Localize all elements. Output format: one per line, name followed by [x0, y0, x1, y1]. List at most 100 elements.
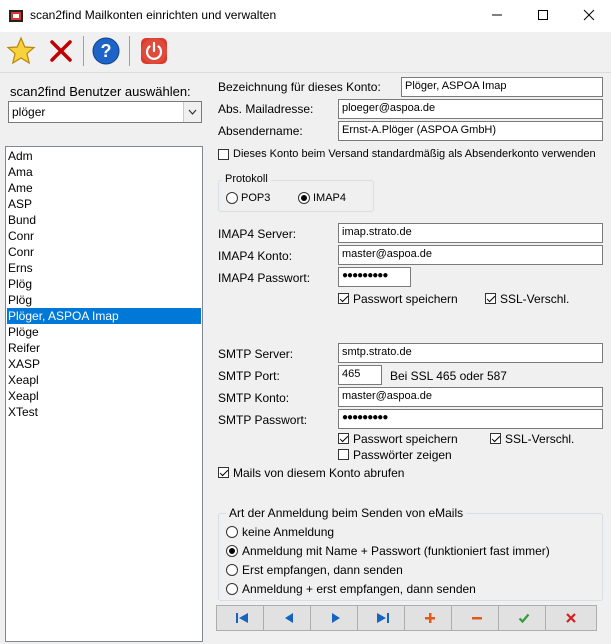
- next-record-button[interactable]: [310, 605, 362, 631]
- first-record-button[interactable]: [216, 605, 268, 631]
- smtp-server-input[interactable]: smtp.strato.de: [338, 343, 603, 363]
- pop3-radio-circle[interactable]: [226, 192, 238, 204]
- list-item[interactable]: Ame: [7, 180, 201, 196]
- imap-save-password-box[interactable]: [338, 293, 349, 304]
- list-item[interactable]: Plöge: [7, 324, 201, 340]
- auth-option-radio-circle[interactable]: [226, 545, 238, 557]
- list-item[interactable]: Xeapl: [7, 372, 201, 388]
- smtp-konto-input[interactable]: master@aspoa.de: [338, 387, 603, 407]
- minimize-icon: [492, 14, 502, 16]
- imap-ssl-checkbox[interactable]: SSL-Verschl.: [485, 292, 585, 306]
- list-item[interactable]: Xeapl: [7, 388, 201, 404]
- mailadresse-input[interactable]: ploeger@aspoa.de: [338, 99, 603, 119]
- imap-server-input[interactable]: imap.strato.de: [338, 223, 603, 243]
- smtp-save-password-label: Passwort speichern: [353, 432, 458, 446]
- imap-save-password-checkbox[interactable]: Passwort speichern: [338, 292, 468, 306]
- imap-passwort-input[interactable]: ●●●●●●●●●: [338, 267, 411, 287]
- user-select-value: plöger: [12, 105, 46, 119]
- auth-option-label: Anmeldung + erst empfangen, dann senden: [242, 582, 476, 596]
- last-record-button[interactable]: [357, 605, 409, 631]
- window-title: scan2find Mailkonten einrichten und verw…: [30, 8, 277, 22]
- smtp-passwort-input[interactable]: ●●●●●●●●●: [338, 409, 603, 429]
- minimize-button[interactable]: [474, 0, 520, 32]
- absendername-label: Absendername:: [218, 124, 303, 138]
- auth-option-radio-circle[interactable]: [226, 583, 238, 595]
- list-item[interactable]: Ama: [7, 164, 201, 180]
- user-select-dropdown[interactable]: plöger: [8, 101, 202, 123]
- bezeichnung-input[interactable]: Plöger, ASPOA Imap: [401, 77, 603, 97]
- add-record-button[interactable]: [404, 605, 456, 631]
- cancel-button[interactable]: [545, 605, 597, 631]
- auth-option-label: Erst empfangen, dann senden: [242, 563, 403, 577]
- fetch-mail-checkbox[interactable]: Mails von diesem Konto abrufen: [218, 466, 438, 480]
- maximize-button[interactable]: [520, 0, 566, 32]
- auth-group-title: Art der Anmeldung beim Senden von eMails: [226, 506, 467, 520]
- show-passwords-label: Passwörter zeigen: [353, 448, 452, 462]
- list-item[interactable]: Erns: [7, 260, 201, 276]
- auth-option-radio[interactable]: Anmeldung + erst empfangen, dann senden: [226, 582, 596, 597]
- close-button[interactable]: [566, 0, 611, 32]
- smtp-save-password-box[interactable]: [338, 433, 349, 444]
- toolbar-separator: [129, 36, 130, 66]
- auth-option-radio[interactable]: keine Anmeldung: [226, 525, 596, 540]
- imap4-radio-circle[interactable]: [298, 192, 310, 204]
- help-button[interactable]: ?: [89, 34, 123, 68]
- auth-option-radio-circle[interactable]: [226, 564, 238, 576]
- chevron-down-icon[interactable]: [183, 102, 201, 122]
- auth-option-radio-circle[interactable]: [226, 526, 238, 538]
- confirm-button[interactable]: [498, 605, 550, 631]
- auth-option-radio[interactable]: Anmeldung mit Name + Passwort (funktioni…: [226, 544, 596, 559]
- prev-record-icon: [285, 613, 293, 623]
- auth-option-radio[interactable]: Erst empfangen, dann senden: [226, 563, 596, 578]
- list-item[interactable]: ASP: [7, 196, 201, 212]
- minus-icon: [472, 617, 482, 620]
- first-record-icon: [236, 613, 248, 623]
- star-icon: [6, 36, 36, 65]
- svg-text:?: ?: [101, 41, 112, 61]
- list-item[interactable]: XASP: [7, 356, 201, 372]
- smtp-port-label: SMTP Port:: [218, 369, 280, 383]
- close-icon: [583, 9, 595, 21]
- list-item[interactable]: Plög: [7, 276, 201, 292]
- absendername-input[interactable]: Ernst-A.Plöger (ASPOA GmbH): [338, 121, 603, 141]
- show-passwords-checkbox[interactable]: Passwörter zeigen: [338, 448, 468, 462]
- list-item[interactable]: Conr: [7, 244, 201, 260]
- list-item[interactable]: Plög: [7, 292, 201, 308]
- auth-option-label: Anmeldung mit Name + Passwort (funktioni…: [242, 544, 550, 558]
- new-account-button[interactable]: [4, 34, 38, 68]
- list-item[interactable]: Reifer: [7, 340, 201, 356]
- plus-icon: [425, 613, 435, 623]
- smtp-ssl-box[interactable]: [490, 433, 501, 444]
- app-icon: [8, 8, 24, 24]
- remove-record-button[interactable]: [451, 605, 503, 631]
- imap4-radio[interactable]: IMAP4: [298, 192, 358, 206]
- imap-konto-label: IMAP4 Konto:: [218, 249, 293, 263]
- smtp-port-input[interactable]: 465: [338, 365, 382, 385]
- smtp-ssl-checkbox[interactable]: SSL-Verschl.: [490, 432, 590, 446]
- default-sender-checkbox[interactable]: Dieses Konto beim Versand standardmäßig …: [218, 148, 608, 162]
- show-passwords-box[interactable]: [338, 449, 349, 460]
- imap-passwort-label: IMAP4 Passwort:: [218, 271, 311, 285]
- imap-ssl-box[interactable]: [485, 293, 496, 304]
- list-item[interactable]: Conr: [7, 228, 201, 244]
- smtp-save-password-checkbox[interactable]: Passwort speichern: [338, 432, 468, 446]
- default-sender-label: Dieses Konto beim Versand standardmäßig …: [233, 148, 596, 160]
- pop3-radio[interactable]: POP3: [226, 192, 286, 206]
- exit-button[interactable]: [137, 34, 171, 68]
- toolbar-separator: [83, 36, 84, 66]
- default-sender-box[interactable]: [218, 149, 229, 160]
- account-list[interactable]: Adm Ama Ame ASP Bund Conr Conr Erns Plög Plög Plög…: [5, 146, 203, 642]
- fetch-mail-box[interactable]: [218, 467, 229, 478]
- maximize-icon: [538, 10, 548, 20]
- prev-record-button[interactable]: [263, 605, 315, 631]
- list-item[interactable]: Plöger, ASPOA Imap: [7, 308, 201, 324]
- imap-konto-input[interactable]: master@aspoa.de: [338, 245, 603, 265]
- imap-save-password-label: Passwort speichern: [353, 292, 458, 306]
- list-item[interactable]: Bund: [7, 212, 201, 228]
- delete-account-button[interactable]: [44, 34, 78, 68]
- list-item[interactable]: XTest: [7, 404, 201, 420]
- mailadresse-label: Abs. Mailadresse:: [218, 102, 314, 116]
- last-record-icon: [377, 613, 389, 623]
- smtp-konto-label: SMTP Konto:: [218, 391, 290, 405]
- list-item[interactable]: Adm: [7, 148, 201, 164]
